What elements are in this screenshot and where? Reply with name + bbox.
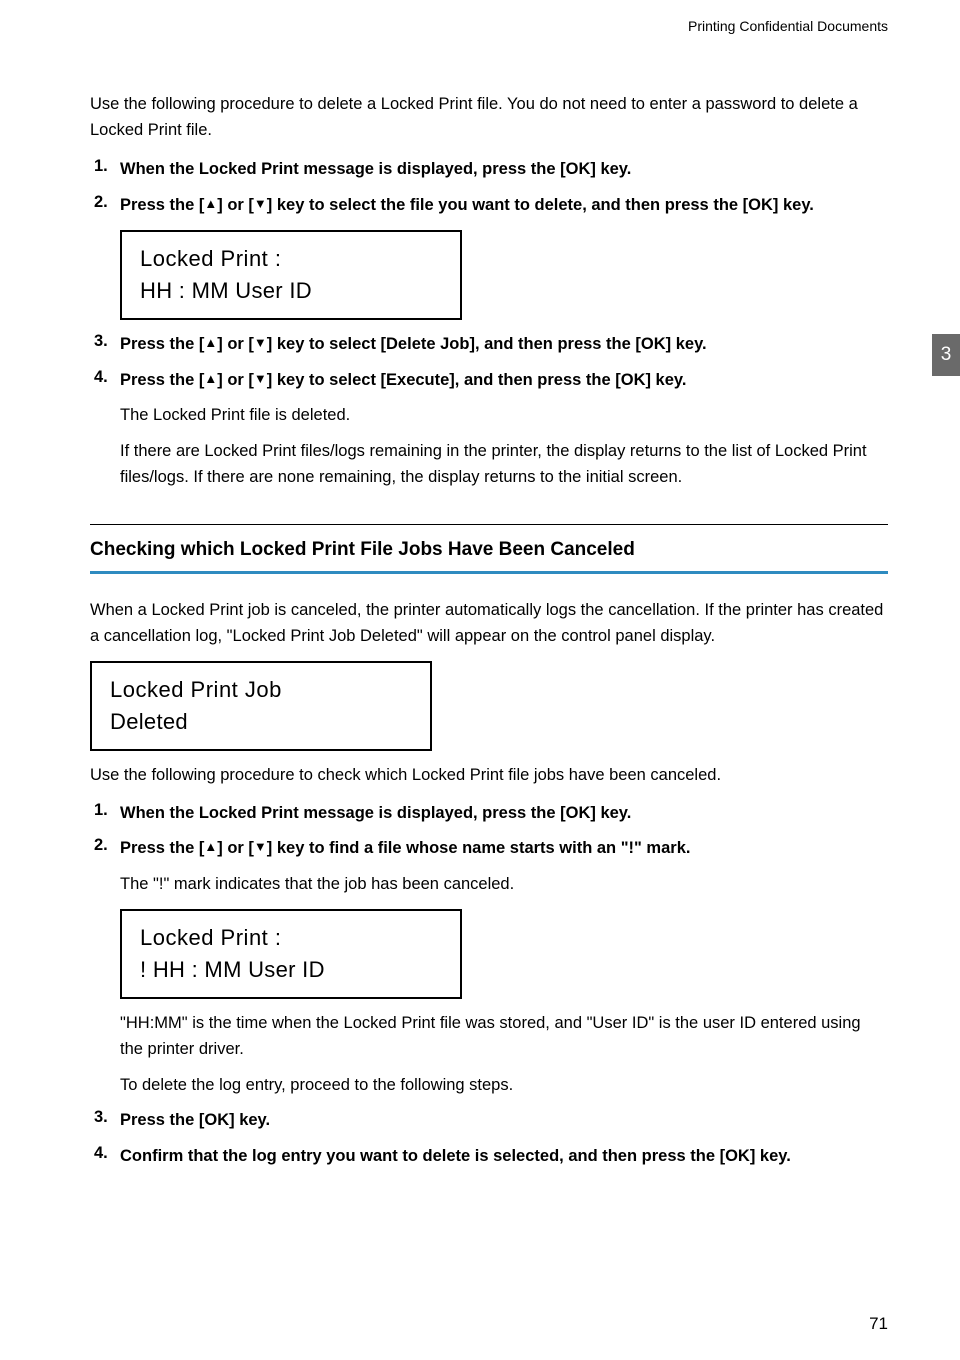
list-body: Press the [▲] or [▼] key to select the f… — [120, 193, 888, 219]
list-item: "HH:MM" is the time when the Locked Prin… — [90, 1011, 888, 1098]
lcd-display-3: Locked Print : ! HH : MM User ID — [120, 909, 462, 999]
display-line: Locked Print Job — [110, 677, 412, 703]
procedure-list-1-cont: 3. Press the [▲] or [▼] key to select [D… — [90, 332, 888, 490]
list-number: 4. — [90, 1144, 120, 1170]
list-item: 3. Press the [OK] key. — [90, 1108, 888, 1134]
display-line: HH : MM User ID — [140, 278, 442, 304]
list-item: 2. Press the [▲] or [▼] key to find a fi… — [90, 836, 888, 897]
list-number: 1. — [90, 801, 120, 827]
step-text: Press the [▲] or [▼] key to select [Exec… — [120, 368, 888, 394]
step-text: Press the [OK] key. — [120, 1108, 888, 1134]
step-text: Press the [▲] or [▼] key to select the f… — [120, 193, 888, 219]
list-body: When the Locked Print message is display… — [120, 801, 888, 827]
procedure-list-1: 1. When the Locked Print message is disp… — [90, 157, 888, 218]
down-arrow-icon: ▼ — [254, 194, 267, 214]
list-number: 3. — [90, 332, 120, 358]
down-arrow-icon: ▼ — [254, 333, 267, 353]
lcd-display-2: Locked Print Job Deleted — [90, 661, 432, 751]
section-paragraph: Use the following procedure to check whi… — [90, 763, 888, 789]
chapter-tab: 3 — [932, 334, 960, 376]
list-number: 2. — [90, 193, 120, 219]
list-body: Confirm that the log entry you want to d… — [120, 1144, 888, 1170]
step-note: The "!" mark indicates that the job has … — [120, 872, 888, 898]
list-item: 4. Confirm that the log entry you want t… — [90, 1144, 888, 1170]
section-heading-block: Checking which Locked Print File Jobs Ha… — [90, 524, 888, 574]
list-body: When the Locked Print message is display… — [120, 157, 888, 183]
list-item: 1. When the Locked Print message is disp… — [90, 157, 888, 183]
up-arrow-icon: ▲ — [204, 837, 217, 857]
list-number — [90, 1011, 120, 1098]
page-content: Printing Confidential Documents Use the … — [0, 0, 960, 1209]
list-item: 1. When the Locked Print message is disp… — [90, 801, 888, 827]
procedure-list-2: 1. When the Locked Print message is disp… — [90, 801, 888, 898]
display-line: Locked Print : — [140, 925, 442, 951]
list-item: 3. Press the [▲] or [▼] key to select [D… — [90, 332, 888, 358]
lcd-display-1: Locked Print : HH : MM User ID — [120, 230, 462, 320]
display-line: Locked Print : — [140, 246, 442, 272]
step-text: Press the [▲] or [▼] key to find a file … — [120, 836, 888, 862]
list-number: 4. — [90, 368, 120, 490]
list-number: 1. — [90, 157, 120, 183]
list-body: Press the [▲] or [▼] key to select [Dele… — [120, 332, 888, 358]
running-header: Printing Confidential Documents — [90, 18, 888, 34]
list-number: 2. — [90, 836, 120, 897]
up-arrow-icon: ▲ — [204, 369, 217, 389]
display-line: ! HH : MM User ID — [140, 957, 442, 983]
step-text: Press the [▲] or [▼] key to select [Dele… — [120, 332, 888, 358]
step-note: "HH:MM" is the time when the Locked Prin… — [120, 1011, 888, 1062]
up-arrow-icon: ▲ — [204, 333, 217, 353]
step-note: The Locked Print file is deleted. — [120, 403, 888, 429]
section-paragraph: When a Locked Print job is canceled, the… — [90, 598, 888, 649]
list-body: Press the [▲] or [▼] key to select [Exec… — [120, 368, 888, 490]
divider-thin — [90, 524, 888, 525]
step-note: If there are Locked Print files/logs rem… — [120, 439, 888, 490]
display-line: Deleted — [110, 709, 412, 735]
step-note: To delete the log entry, proceed to the … — [120, 1073, 888, 1099]
page-number: 71 — [869, 1314, 888, 1334]
step-text: When the Locked Print message is display… — [120, 157, 888, 183]
procedure-list-2-cont: "HH:MM" is the time when the Locked Prin… — [90, 1011, 888, 1169]
step-text: When the Locked Print message is display… — [120, 801, 888, 827]
list-body: "HH:MM" is the time when the Locked Prin… — [120, 1011, 888, 1098]
up-arrow-icon: ▲ — [204, 194, 217, 214]
divider-blue — [90, 571, 888, 574]
intro-paragraph: Use the following procedure to delete a … — [90, 92, 888, 143]
list-item: 2. Press the [▲] or [▼] key to select th… — [90, 193, 888, 219]
list-body: Press the [OK] key. — [120, 1108, 888, 1134]
section-heading: Checking which Locked Print File Jobs Ha… — [90, 539, 888, 561]
step-text: Confirm that the log entry you want to d… — [120, 1144, 888, 1170]
down-arrow-icon: ▼ — [254, 369, 267, 389]
down-arrow-icon: ▼ — [254, 837, 267, 857]
list-number: 3. — [90, 1108, 120, 1134]
list-item: 4. Press the [▲] or [▼] key to select [E… — [90, 368, 888, 490]
list-body: Press the [▲] or [▼] key to find a file … — [120, 836, 888, 897]
